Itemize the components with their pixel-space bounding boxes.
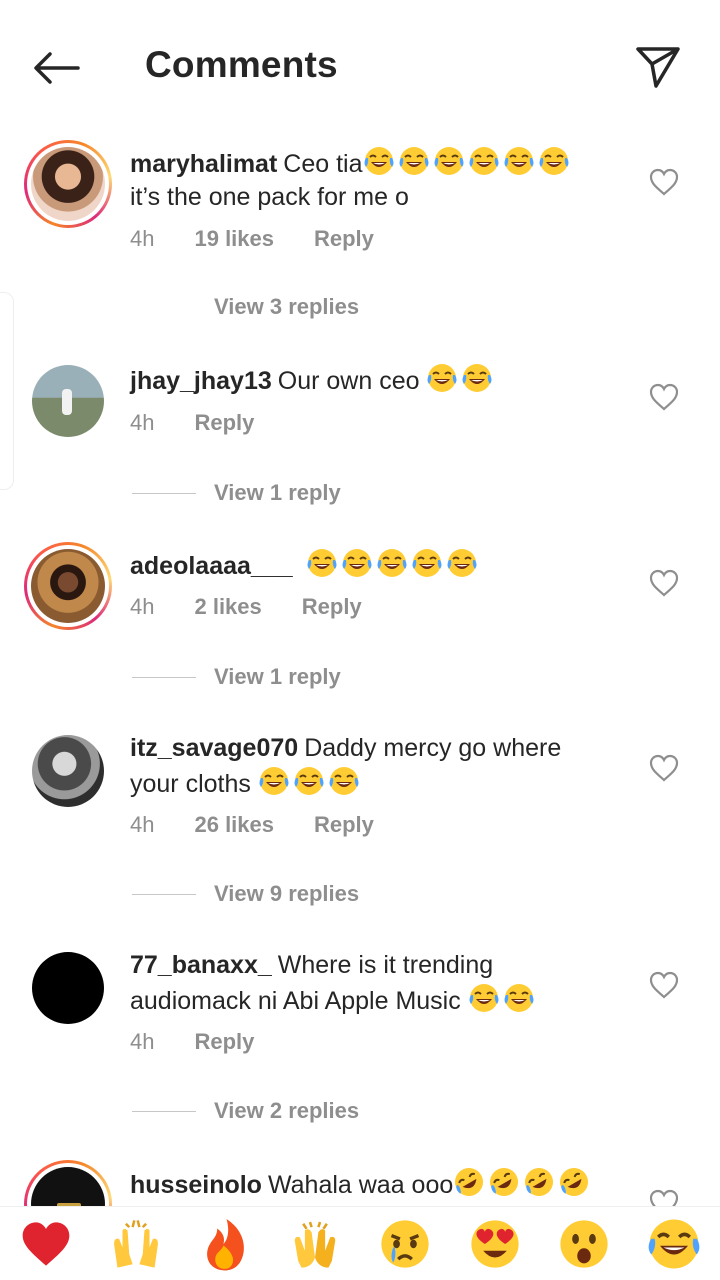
- comment-username[interactable]: husseinolo: [130, 1171, 262, 1199]
- view-replies-button[interactable]: View 1 reply: [132, 664, 341, 690]
- reaction-fire[interactable]: [195, 1214, 255, 1274]
- comment-username[interactable]: maryhalimat: [130, 150, 277, 178]
- tears-of-joy-icon: [363, 145, 395, 177]
- comment-meta: 4h 26 likes Reply: [130, 812, 414, 838]
- comment-text: 77_banaxx_ Where is it trending audiomack…: [130, 949, 610, 1018]
- tears-of-joy-icon: [293, 765, 325, 797]
- raising-hands-icon: [113, 1219, 158, 1268]
- likes-count[interactable]: 26 likes: [194, 812, 274, 838]
- likes-count[interactable]: 19 likes: [194, 226, 274, 252]
- reaction-clapping-hands[interactable]: [285, 1214, 345, 1274]
- tears-of-joy-icon: [468, 145, 500, 177]
- comment-text: jhay_jhay13 Our own ceo: [130, 362, 610, 398]
- reaction-crying-face[interactable]: [375, 1214, 435, 1274]
- reaction-heart-eyes[interactable]: [465, 1214, 525, 1274]
- comment-text: itz_savage070 Daddy mercy go where your c…: [130, 734, 562, 798]
- comment-text: maryhalimat Ceo tia it’s the one pack for …: [130, 145, 610, 214]
- header: Comments: [0, 0, 720, 130]
- reply-button[interactable]: Reply: [314, 226, 374, 252]
- heart-eyes-icon: [470, 1219, 519, 1268]
- view-replies-button[interactable]: View 9 replies: [132, 881, 359, 907]
- tears-of-joy-icon: [468, 982, 500, 1014]
- likes-count[interactable]: 2 likes: [194, 594, 261, 620]
- reply-button[interactable]: Reply: [194, 410, 254, 436]
- tears-of-joy-icon: [411, 547, 443, 579]
- view-replies-button[interactable]: View 3 replies: [132, 294, 359, 320]
- avatar[interactable]: [24, 542, 112, 630]
- comment-meta: 4h 2 likes Reply: [130, 594, 402, 620]
- rolling-laughing-icon: [453, 1166, 485, 1198]
- tears-of-joy-icon: [306, 547, 338, 579]
- tears-of-joy-icon: [538, 145, 570, 177]
- tears-of-joy-icon: [503, 982, 535, 1014]
- quick-reaction-bar: [0, 1206, 720, 1280]
- rolling-laughing-icon: [488, 1166, 520, 1198]
- avatar[interactable]: [32, 952, 104, 1024]
- page-title: Comments: [145, 44, 338, 85]
- comment-time: 4h: [130, 1029, 155, 1054]
- tears-of-joy-icon: [503, 145, 535, 177]
- fire-icon: [207, 1218, 245, 1270]
- like-heart-icon[interactable]: [648, 382, 680, 412]
- comment-time: 4h: [130, 594, 155, 619]
- comment-meta: 4h Reply: [130, 410, 294, 436]
- comment-time: 4h: [130, 226, 155, 251]
- send-icon: [636, 47, 680, 88]
- comment-time: 4h: [130, 410, 155, 435]
- tears-of-joy-icon: [461, 362, 493, 394]
- like-heart-icon[interactable]: [648, 753, 680, 783]
- clapping-hands-icon: [294, 1221, 336, 1268]
- reply-button[interactable]: Reply: [314, 812, 374, 838]
- tears-of-joy-icon: [426, 362, 458, 394]
- arrow-left-icon: [34, 52, 80, 84]
- reply-button[interactable]: Reply: [194, 1029, 254, 1055]
- reaction-raising-hands[interactable]: [106, 1214, 166, 1274]
- crying-face-icon: [381, 1219, 429, 1268]
- avatar[interactable]: [32, 365, 104, 437]
- astonished-face-icon: [560, 1219, 608, 1268]
- tears-of-joy-icon: [398, 145, 430, 177]
- rolling-laughing-icon: [558, 1166, 590, 1198]
- rolling-laughing-icon: [523, 1166, 555, 1198]
- comment-meta: 4h Reply: [130, 1029, 294, 1055]
- like-heart-icon[interactable]: [648, 568, 680, 598]
- reaction-astonished-face[interactable]: [554, 1214, 614, 1274]
- comment-username[interactable]: itz_savage070: [130, 734, 298, 762]
- reaction-tears-of-joy[interactable]: [644, 1214, 704, 1274]
- comment-text: husseinolo Wahala waa ooo: [130, 1166, 610, 1202]
- comment-meta: 4h 19 likes Reply: [130, 226, 414, 252]
- tears-of-joy-icon: [433, 145, 465, 177]
- tears-of-joy-icon: [446, 547, 478, 579]
- comment-time: 4h: [130, 812, 155, 837]
- comment-username[interactable]: 77_banaxx_: [130, 951, 272, 979]
- tears-of-joy-icon: [376, 547, 408, 579]
- side-drawer-handle[interactable]: [0, 292, 14, 490]
- comment-username[interactable]: jhay_jhay13: [130, 367, 272, 395]
- red-heart-icon: [22, 1221, 70, 1266]
- comment-username[interactable]: adeolaaaa___: [130, 552, 293, 580]
- reaction-red-heart[interactable]: [16, 1214, 76, 1274]
- view-replies-button[interactable]: View 2 replies: [132, 1098, 359, 1124]
- avatar[interactable]: [32, 735, 104, 807]
- comment-text: adeolaaaa___: [130, 547, 610, 583]
- tears-of-joy-icon: [341, 547, 373, 579]
- tears-of-joy-icon: [328, 765, 360, 797]
- reply-button[interactable]: Reply: [302, 594, 362, 620]
- back-button[interactable]: [28, 44, 84, 92]
- tears-of-joy-icon: [258, 765, 290, 797]
- avatar[interactable]: [24, 140, 112, 228]
- view-replies-button[interactable]: View 1 reply: [132, 480, 341, 506]
- tears-of-joy-icon: [646, 1217, 702, 1270]
- like-heart-icon[interactable]: [648, 167, 680, 197]
- share-button[interactable]: [632, 42, 684, 92]
- like-heart-icon[interactable]: [648, 970, 680, 1000]
